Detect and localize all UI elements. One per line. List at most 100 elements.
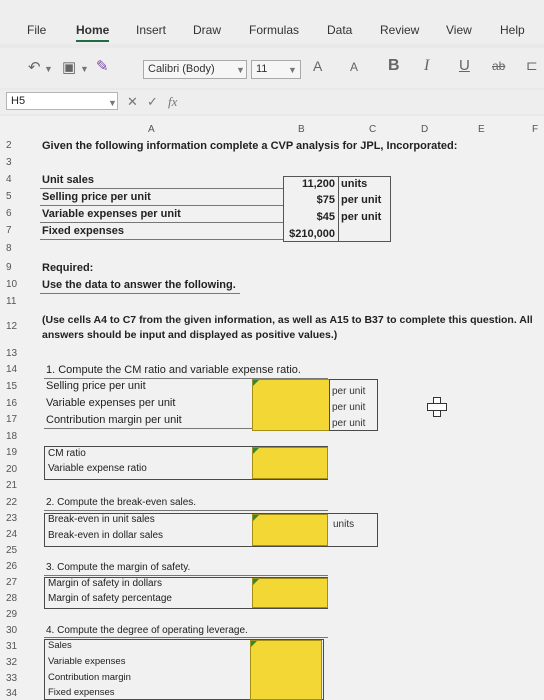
name-box[interactable]: H5	[6, 92, 118, 110]
row-header[interactable]: 17	[6, 414, 36, 425]
row-header[interactable]: 15	[6, 381, 36, 392]
clipboard-icon[interactable]: ▣	[62, 58, 76, 76]
font-name-select[interactable]: Calibri (Body)	[143, 60, 247, 79]
row-header[interactable]: 28	[6, 593, 36, 604]
row-header[interactable]: 26	[6, 561, 36, 572]
row-header[interactable]: 31	[6, 641, 36, 652]
instruction-text: Use the data to answer the following.	[42, 279, 236, 291]
q2-row-label: Break-even in dollar sales	[48, 530, 164, 541]
border-icon[interactable]: ⊏	[526, 57, 538, 74]
cursor-plus-icon	[427, 397, 447, 417]
q4-row-label: Contribution margin	[48, 672, 131, 683]
cancel-icon[interactable]: ✕	[127, 94, 138, 110]
column-header-a[interactable]: A	[148, 124, 155, 135]
q2-row-label: Break-even in unit sales	[48, 514, 155, 525]
q4-row-label: Fixed expenses	[48, 687, 115, 698]
row-header[interactable]: 27	[6, 577, 36, 588]
given-value[interactable]: $210,000	[285, 228, 335, 240]
given-label: Selling price per unit	[42, 191, 151, 203]
tab-home[interactable]: Home	[76, 23, 110, 42]
bold-button[interactable]: B	[388, 57, 400, 75]
row-header[interactable]: 9	[6, 262, 36, 273]
unit-label: per unit	[332, 386, 366, 397]
column-header-e[interactable]: E	[478, 124, 485, 135]
row-header[interactable]: 30	[6, 625, 36, 636]
row-border	[40, 222, 283, 223]
chevron-down-icon[interactable]: ▼	[288, 65, 297, 75]
row-header[interactable]: 5	[6, 191, 36, 202]
row-header[interactable]: 6	[6, 208, 36, 219]
row-header[interactable]: 21	[6, 480, 36, 491]
q2-title: 2. Compute the break-even sales.	[46, 497, 197, 508]
row-header[interactable]: 33	[6, 673, 36, 684]
given-value[interactable]: 11,200	[285, 178, 335, 190]
answer-input[interactable]	[252, 447, 328, 479]
row-header[interactable]: 10	[6, 279, 36, 290]
row-header[interactable]: 14	[6, 364, 36, 375]
row-header[interactable]: 8	[6, 243, 36, 254]
tab-file[interactable]: File	[27, 23, 46, 37]
row-border	[44, 510, 328, 511]
row-header[interactable]: 18	[6, 431, 36, 442]
tab-view[interactable]: View	[446, 23, 472, 37]
shrink-font-button[interactable]: A	[350, 60, 358, 74]
q4-row-label: Sales	[48, 640, 72, 651]
underline-button[interactable]: U	[459, 57, 470, 74]
row-border	[44, 637, 328, 638]
column-header-b[interactable]: B	[298, 124, 305, 135]
sheet-title: Given the following information complete…	[42, 140, 458, 152]
row-header[interactable]: 34	[6, 688, 36, 699]
answer-input[interactable]	[250, 640, 322, 700]
format-painter-icon[interactable]: ✎	[96, 57, 109, 75]
chevron-down-icon[interactable]: ▼	[80, 64, 89, 74]
column-header-c[interactable]: C	[369, 124, 376, 135]
row-header[interactable]: 11	[6, 296, 36, 307]
row-header[interactable]: 23	[6, 513, 36, 524]
row-header[interactable]: 13	[6, 348, 36, 359]
tab-draw[interactable]: Draw	[193, 23, 221, 37]
note-text: answers should be input and displayed as…	[42, 329, 338, 341]
row-header[interactable]: 12	[6, 321, 36, 332]
tab-data[interactable]: Data	[327, 23, 352, 37]
tab-review[interactable]: Review	[380, 23, 419, 37]
tab-formulas[interactable]: Formulas	[249, 23, 299, 37]
row-header[interactable]: 25	[6, 545, 36, 556]
row-header[interactable]: 3	[6, 157, 36, 168]
q1-ratio-label: Variable expense ratio	[48, 463, 147, 474]
row-border	[40, 188, 283, 189]
row-header[interactable]: 4	[6, 174, 36, 185]
chevron-down-icon[interactable]: ▼	[108, 98, 117, 108]
tab-help[interactable]: Help	[500, 23, 525, 37]
row-header[interactable]: 22	[6, 497, 36, 508]
column-header-f[interactable]: F	[532, 124, 538, 135]
given-unit: per unit	[341, 194, 382, 206]
row-header[interactable]: 29	[6, 609, 36, 620]
enter-icon[interactable]: ✓	[147, 94, 158, 110]
strikethrough-button[interactable]: ab	[492, 59, 505, 73]
row-header[interactable]: 20	[6, 464, 36, 475]
row-header[interactable]: 32	[6, 657, 36, 668]
column-header-d[interactable]: D	[421, 124, 428, 135]
row-header[interactable]: 16	[6, 398, 36, 409]
q4-row-label: Variable expenses	[48, 656, 126, 667]
undo-icon[interactable]: ↶	[28, 58, 41, 76]
given-label: Fixed expenses	[42, 225, 124, 237]
given-unit: per unit	[341, 211, 382, 223]
chevron-down-icon[interactable]: ▼	[236, 65, 245, 75]
row-header[interactable]: 19	[6, 447, 36, 458]
chevron-down-icon[interactable]: ▼	[44, 64, 53, 74]
answer-input[interactable]	[252, 379, 330, 431]
q1-row-label: Contribution margin per unit	[46, 414, 182, 426]
answer-input[interactable]	[252, 578, 328, 608]
answer-input[interactable]	[252, 514, 328, 546]
italic-button[interactable]: I	[424, 57, 429, 75]
grow-font-button[interactable]: A	[313, 58, 322, 74]
given-value[interactable]: $45	[285, 211, 335, 223]
row-header[interactable]: 24	[6, 529, 36, 540]
tab-insert[interactable]: Insert	[136, 23, 166, 37]
given-value[interactable]: $75	[285, 194, 335, 206]
row-header[interactable]: 2	[6, 140, 36, 151]
q3-title: 3. Compute the margin of safety.	[46, 562, 191, 573]
row-header[interactable]: 7	[6, 225, 36, 236]
fx-icon[interactable]: fx	[168, 94, 177, 110]
